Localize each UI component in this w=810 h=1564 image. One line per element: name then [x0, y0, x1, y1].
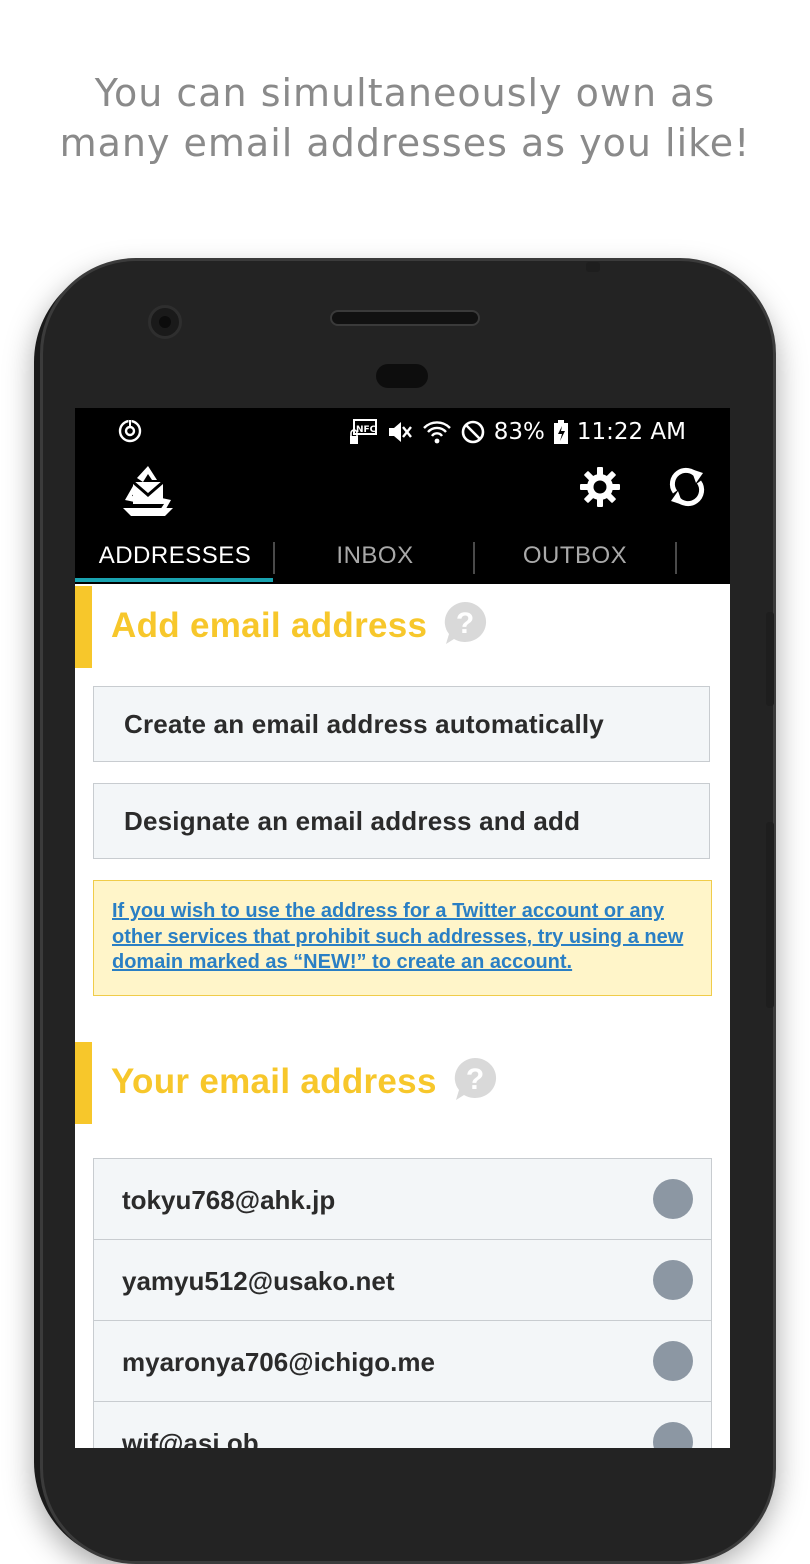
designate-address-button[interactable]: Designate an email address and add: [93, 783, 710, 859]
status-icons: NFC 83% 11:22 AM: [348, 416, 686, 448]
gear-icon[interactable]: [579, 466, 621, 508]
phone-volume-button: [766, 822, 774, 1008]
sync-icon: [118, 419, 142, 443]
svg-text:?: ?: [466, 1063, 484, 1096]
address-row[interactable]: yamyu512@usako.net: [94, 1240, 711, 1321]
wifi-icon: [422, 421, 451, 444]
battery-icon: [553, 420, 568, 444]
address-text: yamyu512@usako.net: [122, 1266, 395, 1296]
add-email-title: Add email address: [111, 606, 428, 645]
caption-line-1: You can simultaneously own as: [94, 71, 716, 115]
phone-screen: NFC 83% 11:22 AM ADDRESSES INBOX OUTBOX …: [75, 408, 730, 1448]
tab-divider: [675, 542, 677, 574]
section-accent-bar: [75, 1042, 92, 1124]
tab-outbox[interactable]: OUTBOX: [475, 528, 675, 584]
phone-power-button: [766, 612, 774, 706]
app-logo-icon: [123, 466, 173, 516]
create-address-auto-button[interactable]: Create an email address automatically: [93, 686, 710, 762]
caption-line-2: many email addresses as you like!: [59, 121, 751, 165]
promo-caption: You can simultaneously own as many email…: [0, 68, 810, 168]
address-status-dot[interactable]: [653, 1341, 693, 1381]
front-camera: [148, 305, 182, 339]
address-status-dot[interactable]: [653, 1422, 693, 1448]
your-email-title: Your email address: [111, 1062, 437, 1101]
mute-icon: [388, 422, 412, 442]
address-text: tokyu768@ahk.jp: [122, 1185, 336, 1215]
tab-addresses[interactable]: ADDRESSES: [75, 528, 275, 584]
add-email-section-header: Add email address ?: [75, 586, 730, 668]
do-not-disturb-icon: [461, 420, 485, 444]
address-text: wif@asi.ob: [122, 1428, 259, 1448]
your-email-section-header: Your email address ?: [75, 1042, 730, 1124]
tab-inbox[interactable]: INBOX: [275, 528, 475, 584]
address-row[interactable]: wif@asi.ob: [94, 1402, 711, 1448]
clock: 11:22 AM: [576, 419, 686, 445]
help-icon[interactable]: ?: [452, 1056, 498, 1102]
svg-text:?: ?: [456, 607, 474, 640]
earpiece-speaker: [330, 310, 480, 326]
address-status-dot[interactable]: [653, 1260, 693, 1300]
battery-percent: 83%: [493, 419, 545, 445]
address-status-dot[interactable]: [653, 1179, 693, 1219]
phone-top-notch: [586, 262, 600, 272]
proximity-sensor: [376, 364, 428, 388]
svg-text:NFC: NFC: [356, 425, 377, 435]
nfc-icon: NFC: [349, 419, 377, 444]
new-domain-notice-link[interactable]: If you wish to use the address for a Twi…: [112, 900, 683, 973]
address-text: myaronya706@ichigo.me: [122, 1347, 435, 1377]
help-icon[interactable]: ?: [442, 600, 488, 646]
app-bar: [75, 456, 730, 538]
address-row[interactable]: myaronya706@ichigo.me: [94, 1321, 711, 1402]
tab-bar: ADDRESSES INBOX OUTBOX: [75, 528, 730, 584]
address-list: tokyu768@ahk.jp yamyu512@usako.net myaro…: [93, 1158, 712, 1448]
status-bar: NFC 83% 11:22 AM: [75, 408, 730, 456]
address-row[interactable]: tokyu768@ahk.jp: [94, 1159, 711, 1240]
active-tab-indicator: [75, 578, 273, 582]
twitter-notice: If you wish to use the address for a Twi…: [93, 880, 712, 996]
refresh-icon[interactable]: [667, 466, 707, 508]
section-accent-bar: [75, 586, 92, 668]
